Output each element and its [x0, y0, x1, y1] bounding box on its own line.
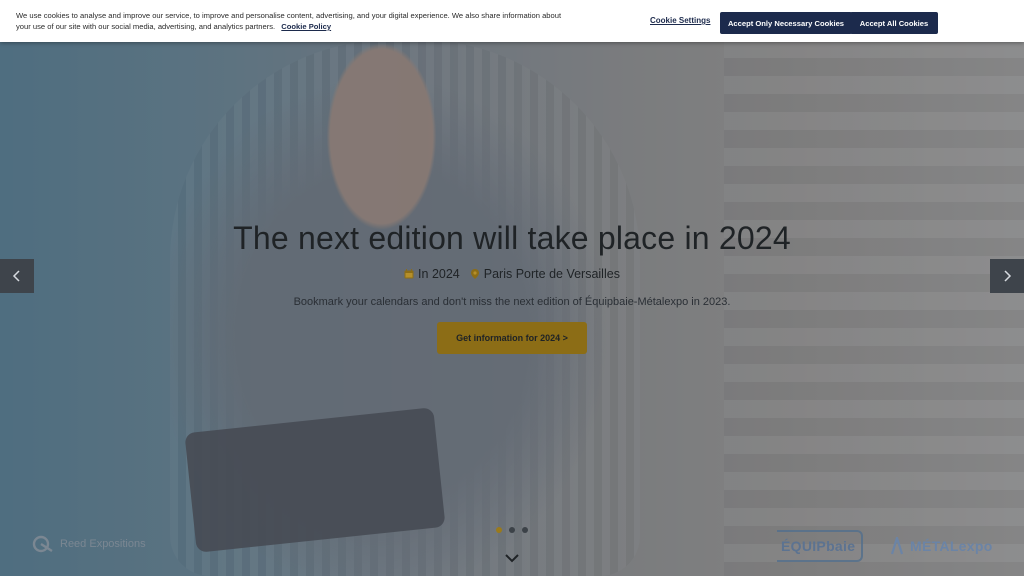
calendar-icon [404, 269, 414, 279]
accept-all-cookies-button[interactable]: Accept All Cookies [850, 12, 938, 34]
cookie-policy-link[interactable]: Cookie Policy [281, 22, 331, 31]
organizer-logo: Reed Expositions [32, 535, 146, 553]
hero-description: Bookmark your calendars and don't miss t… [293, 296, 731, 308]
reed-logo-icon [32, 535, 53, 553]
carousel-dot-2[interactable] [509, 527, 515, 533]
location-pin-icon [470, 269, 479, 279]
event-date-text: In 2024 [418, 267, 460, 281]
metalexpo-mark-icon [890, 537, 904, 555]
cookie-banner: We use cookies to analyse and improve ou… [0, 0, 1024, 42]
get-info-button[interactable]: Get information for 2024 > [437, 322, 587, 354]
carousel-dot-1[interactable] [496, 527, 502, 533]
metalexpo-logo-text: MÉTALexpo [910, 538, 993, 554]
cookie-text-block: We use cookies to analyse and improve ou… [16, 10, 576, 32]
equipbaie-logo: ÉQUIPbaie [777, 530, 863, 562]
carousel-dot-3[interactable] [522, 527, 528, 533]
metalexpo-logo: MÉTALexpo [890, 530, 1005, 562]
event-location: Paris Porte de Versailles [470, 267, 620, 281]
carousel-pagination [496, 527, 528, 533]
cookie-settings-link[interactable]: Cookie Settings [650, 16, 710, 25]
event-date: In 2024 [404, 267, 460, 281]
chevron-down-icon[interactable] [505, 553, 519, 563]
hero-title: The next edition will take place in 2024 [233, 220, 791, 256]
accept-necessary-cookies-button[interactable]: Accept Only Necessary Cookies [720, 12, 852, 34]
hero-overlay [0, 0, 1024, 576]
event-location-text: Paris Porte de Versailles [483, 267, 620, 281]
organizer-logo-text: Reed Expositions [60, 538, 146, 550]
event-meta: In 2024 Paris Porte de Versailles [0, 267, 1024, 281]
